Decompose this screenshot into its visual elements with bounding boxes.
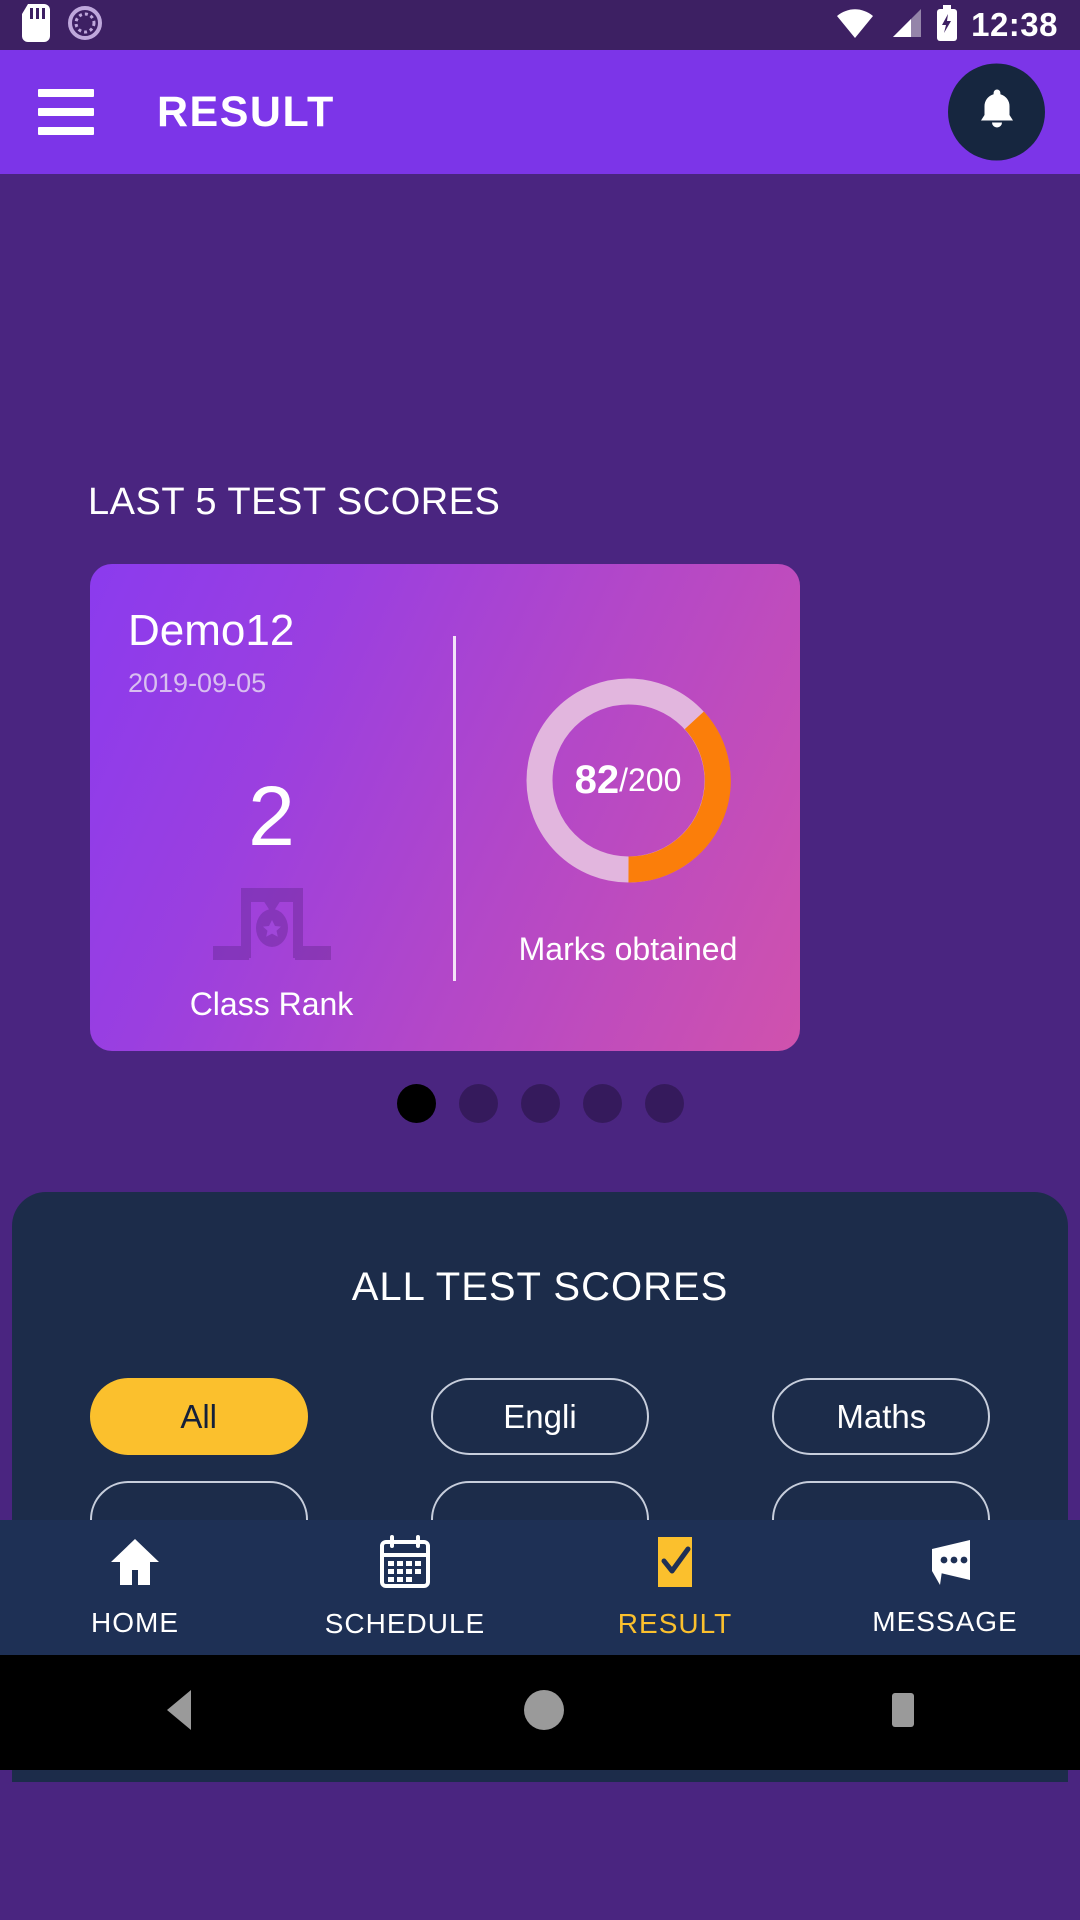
- sd-card-icon: [22, 3, 50, 47]
- notification-button[interactable]: [948, 63, 1045, 161]
- marks-obtained-label: Marks obtained: [518, 931, 738, 967]
- subject-chip-maths[interactable]: Maths: [772, 1378, 991, 1455]
- podium-medal-icon: [203, 884, 341, 975]
- marks-block: 82/200 Marks obtained: [456, 636, 800, 968]
- test-date: 2019-09-05: [128, 668, 267, 698]
- class-rank-block: 2 Class Rank: [90, 769, 453, 1022]
- home-icon: [107, 1536, 163, 1593]
- class-rank-value: 2: [248, 769, 295, 863]
- nav-label-result: RESULT: [617, 1608, 733, 1639]
- hamburger-menu-icon[interactable]: [38, 89, 94, 135]
- recents-square-icon[interactable]: [885, 1687, 921, 1738]
- status-bar-clock: 12:38: [971, 6, 1058, 43]
- nav-item-message[interactable]: MESSAGE: [810, 1537, 1080, 1638]
- pager-dot[interactable]: [396, 1084, 436, 1123]
- marks-obtained-value: 82: [574, 758, 620, 802]
- app-bar: RESULT: [0, 50, 1080, 174]
- main-content: LAST 5 TEST SCORES Demo12 2019-09-05 2 C…: [0, 174, 1080, 1920]
- pager-dot[interactable]: [520, 1084, 560, 1123]
- pager-dot[interactable]: [582, 1084, 622, 1123]
- status-bar-left-icons: [22, 3, 102, 47]
- bell-icon: [975, 86, 1019, 139]
- status-bar: 12:38: [0, 0, 1080, 50]
- test-name: Demo12: [128, 606, 295, 655]
- signal-icon: [887, 7, 923, 44]
- nav-item-home[interactable]: HOME: [0, 1536, 270, 1639]
- subject-chip-english[interactable]: Engli: [430, 1378, 649, 1455]
- sync-icon: [68, 5, 102, 45]
- android-system-nav: [0, 1655, 1080, 1770]
- nav-label-home: HOME: [91, 1607, 179, 1638]
- nav-label-schedule: SCHEDULE: [324, 1608, 486, 1639]
- nav-item-result[interactable]: RESULT: [540, 1535, 810, 1640]
- nav-item-schedule[interactable]: SCHEDULE: [270, 1535, 540, 1640]
- checklist-icon: [652, 1535, 698, 1594]
- page-title: RESULT: [157, 87, 335, 136]
- class-rank-label: Class Rank: [189, 986, 354, 1022]
- marks-center-text: 82/200: [516, 668, 741, 893]
- pager-dot[interactable]: [458, 1084, 498, 1123]
- message-icon: [916, 1537, 974, 1592]
- back-triangle-icon[interactable]: [159, 1687, 203, 1738]
- bottom-navigation: HOME SCHEDULE RESULT MESSAGE: [0, 1520, 1080, 1655]
- score-card[interactable]: Demo12 2019-09-05 2 Class Rank 82 /200 M…: [90, 564, 800, 1051]
- wifi-icon: [835, 7, 875, 44]
- nav-label-message: MESSAGE: [872, 1606, 1018, 1637]
- status-bar-right-icons: 12:38: [835, 4, 1058, 46]
- pager-dot[interactable]: [644, 1084, 684, 1123]
- marks-total-value: /200: [619, 762, 682, 798]
- calendar-icon: [379, 1535, 431, 1594]
- carousel-pager[interactable]: [0, 1084, 1080, 1123]
- battery-charging-icon: [935, 4, 959, 46]
- marks-donut-chart: 82/200: [516, 668, 741, 893]
- home-circle-icon[interactable]: [521, 1687, 567, 1738]
- section-title: LAST 5 TEST SCORES: [88, 481, 501, 523]
- all-test-scores-title: ALL TEST SCORES: [351, 1265, 729, 1309]
- subject-chip-all[interactable]: All: [89, 1378, 308, 1455]
